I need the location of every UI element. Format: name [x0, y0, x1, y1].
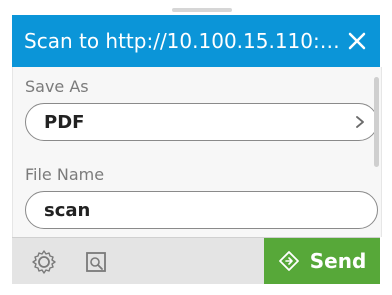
save-as-select[interactable]: PDF [25, 103, 378, 141]
file-name-label: File Name [25, 165, 105, 184]
scrollbar[interactable] [374, 77, 379, 167]
scan-panel: Scan to http://10.100.15.110:23567... Sa… [0, 0, 392, 295]
chevron-right-icon [353, 114, 367, 128]
save-as-value: PDF [44, 112, 85, 133]
drag-handle[interactable] [172, 8, 232, 12]
form-content: Save As PDF File Name scan [12, 67, 382, 237]
save-as-label: Save As [25, 77, 89, 96]
bottom-bar: Send [12, 237, 380, 284]
close-icon[interactable] [344, 28, 370, 54]
send-diamond-icon [278, 251, 299, 271]
gear-icon[interactable] [30, 248, 58, 276]
page-title: Scan to http://10.100.15.110:23567... [24, 29, 344, 53]
preview-icon[interactable] [82, 248, 110, 276]
send-label: Send [309, 249, 367, 273]
send-button[interactable]: Send [264, 238, 380, 284]
file-name-field[interactable]: scan [25, 191, 378, 229]
file-name-value: scan [44, 200, 91, 221]
title-bar: Scan to http://10.100.15.110:23567... [12, 15, 380, 67]
